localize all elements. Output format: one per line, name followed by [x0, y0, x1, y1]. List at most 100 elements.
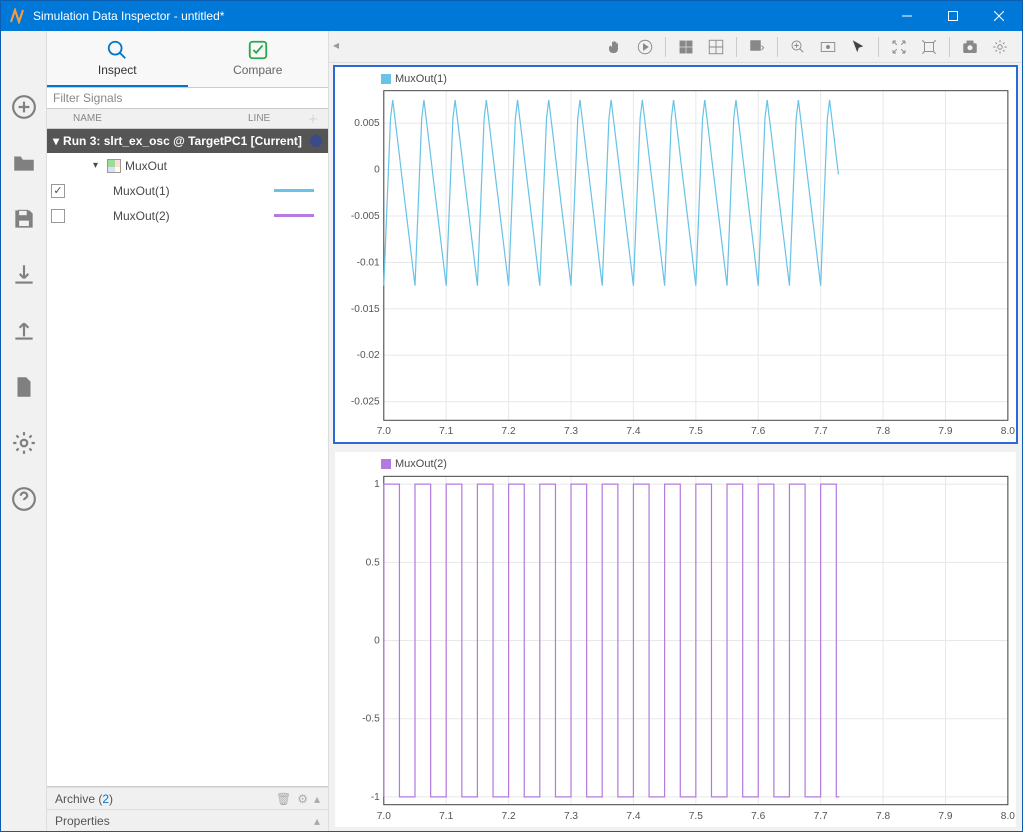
svg-text:7.0: 7.0 [377, 811, 391, 822]
svg-text:0: 0 [374, 636, 380, 647]
archive-label: Archive [55, 792, 95, 806]
svg-text:7.0: 7.0 [377, 426, 392, 437]
svg-text:7.1: 7.1 [439, 426, 454, 437]
tab-inspect[interactable]: Inspect [47, 31, 188, 87]
svg-text:-0.005: -0.005 [351, 211, 380, 222]
signal-checkbox[interactable]: ✓ [51, 184, 65, 198]
svg-text:7.7: 7.7 [814, 811, 828, 822]
svg-text:7.1: 7.1 [439, 811, 453, 822]
svg-text:-0.015: -0.015 [351, 304, 380, 315]
gear-icon[interactable]: ⚙ [297, 792, 308, 806]
tab-compare-label: Compare [233, 63, 282, 77]
svg-text:-0.5: -0.5 [362, 714, 380, 725]
svg-text:7.8: 7.8 [876, 426, 891, 437]
column-header-name[interactable]: NAME [67, 113, 248, 124]
caret-down-icon: ▾ [93, 160, 103, 171]
svg-text:8.0: 8.0 [1001, 426, 1016, 437]
line-swatch[interactable] [274, 189, 314, 192]
svg-text:-1: -1 [371, 792, 380, 803]
line-swatch[interactable] [274, 214, 314, 217]
properties-row[interactable]: Properties ▴ [47, 809, 328, 831]
svg-text:0.005: 0.005 [354, 118, 380, 129]
svg-text:-0.025: -0.025 [351, 397, 380, 408]
svg-text:7.5: 7.5 [689, 811, 703, 822]
group-checkbox-placeholder [51, 159, 65, 173]
expand-in-icon[interactable] [915, 35, 943, 59]
svg-text:7.3: 7.3 [564, 811, 578, 822]
chevron-up-icon[interactable]: ▴ [314, 792, 320, 806]
properties-label: Properties [55, 814, 110, 828]
maximize-button[interactable] [930, 1, 976, 31]
signal-group-label: MuxOut [125, 159, 328, 173]
column-header-line[interactable]: LINE [248, 113, 308, 124]
svg-text:7.9: 7.9 [938, 426, 953, 437]
grid-layout-icon[interactable] [672, 35, 700, 59]
svg-text:0.5: 0.5 [366, 557, 380, 568]
signal-checkbox[interactable] [51, 209, 65, 223]
run-status-dot [310, 135, 322, 147]
run-row[interactable]: ▾ Run 3: slrt_ex_osc @ TargetPC1 [Curren… [47, 129, 328, 153]
add-icon[interactable] [8, 91, 40, 123]
collapse-panel-icon[interactable]: ◂ [330, 33, 342, 57]
app-icon [9, 8, 25, 24]
camera-icon[interactable] [956, 35, 984, 59]
signal-label: MuxOut(1) [113, 184, 270, 198]
svg-text:7.6: 7.6 [751, 811, 765, 822]
legend-label: MuxOut(2) [395, 458, 447, 470]
legend-swatch [381, 74, 391, 84]
svg-text:7.7: 7.7 [814, 426, 829, 437]
document-icon[interactable] [8, 371, 40, 403]
expand-out-icon[interactable] [885, 35, 913, 59]
hand-icon[interactable] [601, 35, 629, 59]
archive-row[interactable]: Archive (2) 🗑 ⚙ ▴ [47, 787, 328, 809]
subplot-icon[interactable] [702, 35, 730, 59]
svg-text:8.0: 8.0 [1001, 811, 1015, 822]
svg-text:7.2: 7.2 [502, 811, 516, 822]
plot-area-2[interactable]: MuxOut(2) 1 0.5 0 -0.5 -1 7.0 7.1 7.2 7.3 7.4 7.5 7… [335, 452, 1016, 827]
column-gear-icon[interactable] [308, 114, 328, 124]
svg-text:-0.02: -0.02 [357, 350, 381, 361]
signal-row[interactable]: ✓ MuxOut(1) [47, 178, 328, 203]
zoom-icon[interactable] [784, 35, 812, 59]
window-title: Simulation Data Inspector - untitled* [33, 9, 884, 23]
svg-text:7.2: 7.2 [502, 426, 517, 437]
signal-label: MuxOut(2) [113, 209, 270, 223]
import-icon[interactable] [8, 259, 40, 291]
close-button[interactable] [976, 1, 1022, 31]
svg-text:7.6: 7.6 [751, 426, 766, 437]
settings-gear-icon[interactable] [8, 427, 40, 459]
svg-text:7.4: 7.4 [626, 426, 641, 437]
mux-icon [107, 159, 121, 173]
signal-group-row[interactable]: ▾ MuxOut [47, 153, 328, 178]
svg-text:1: 1 [374, 479, 380, 490]
save-icon[interactable] [8, 203, 40, 235]
fit-icon[interactable] [814, 35, 842, 59]
run-label: Run 3: slrt_ex_osc @ TargetPC1 [Current] [63, 134, 302, 148]
gear-icon[interactable] [986, 35, 1014, 59]
folder-icon[interactable] [8, 147, 40, 179]
trash-icon[interactable]: 🗑 [276, 792, 291, 806]
svg-text:0: 0 [374, 165, 380, 176]
filter-signals-input[interactable]: Filter Signals [47, 87, 328, 109]
legend-swatch [381, 459, 391, 469]
svg-text:7.3: 7.3 [564, 426, 579, 437]
plot-area-1[interactable]: MuxOut(1) 0.005 0 -0.005 -0.01 -0.015 -0.02 -0… [335, 67, 1016, 442]
signal-row[interactable]: MuxOut(2) [47, 203, 328, 228]
legend-label: MuxOut(1) [395, 73, 447, 85]
minimize-button[interactable] [884, 1, 930, 31]
chevron-up-icon[interactable]: ▴ [314, 814, 320, 828]
caret-down-icon: ▾ [53, 134, 59, 148]
pointer-icon[interactable] [844, 35, 872, 59]
layout-dropdown-icon[interactable] [743, 35, 771, 59]
export-icon[interactable] [8, 315, 40, 347]
svg-text:7.5: 7.5 [689, 426, 704, 437]
svg-text:-0.01: -0.01 [357, 258, 381, 269]
archive-count: 2 [102, 792, 109, 806]
help-icon[interactable] [8, 483, 40, 515]
svg-text:7.9: 7.9 [938, 811, 952, 822]
tab-inspect-label: Inspect [98, 63, 137, 77]
play-icon[interactable] [631, 35, 659, 59]
tab-compare[interactable]: Compare [188, 31, 329, 87]
svg-text:7.8: 7.8 [876, 811, 890, 822]
svg-text:7.4: 7.4 [626, 811, 640, 822]
